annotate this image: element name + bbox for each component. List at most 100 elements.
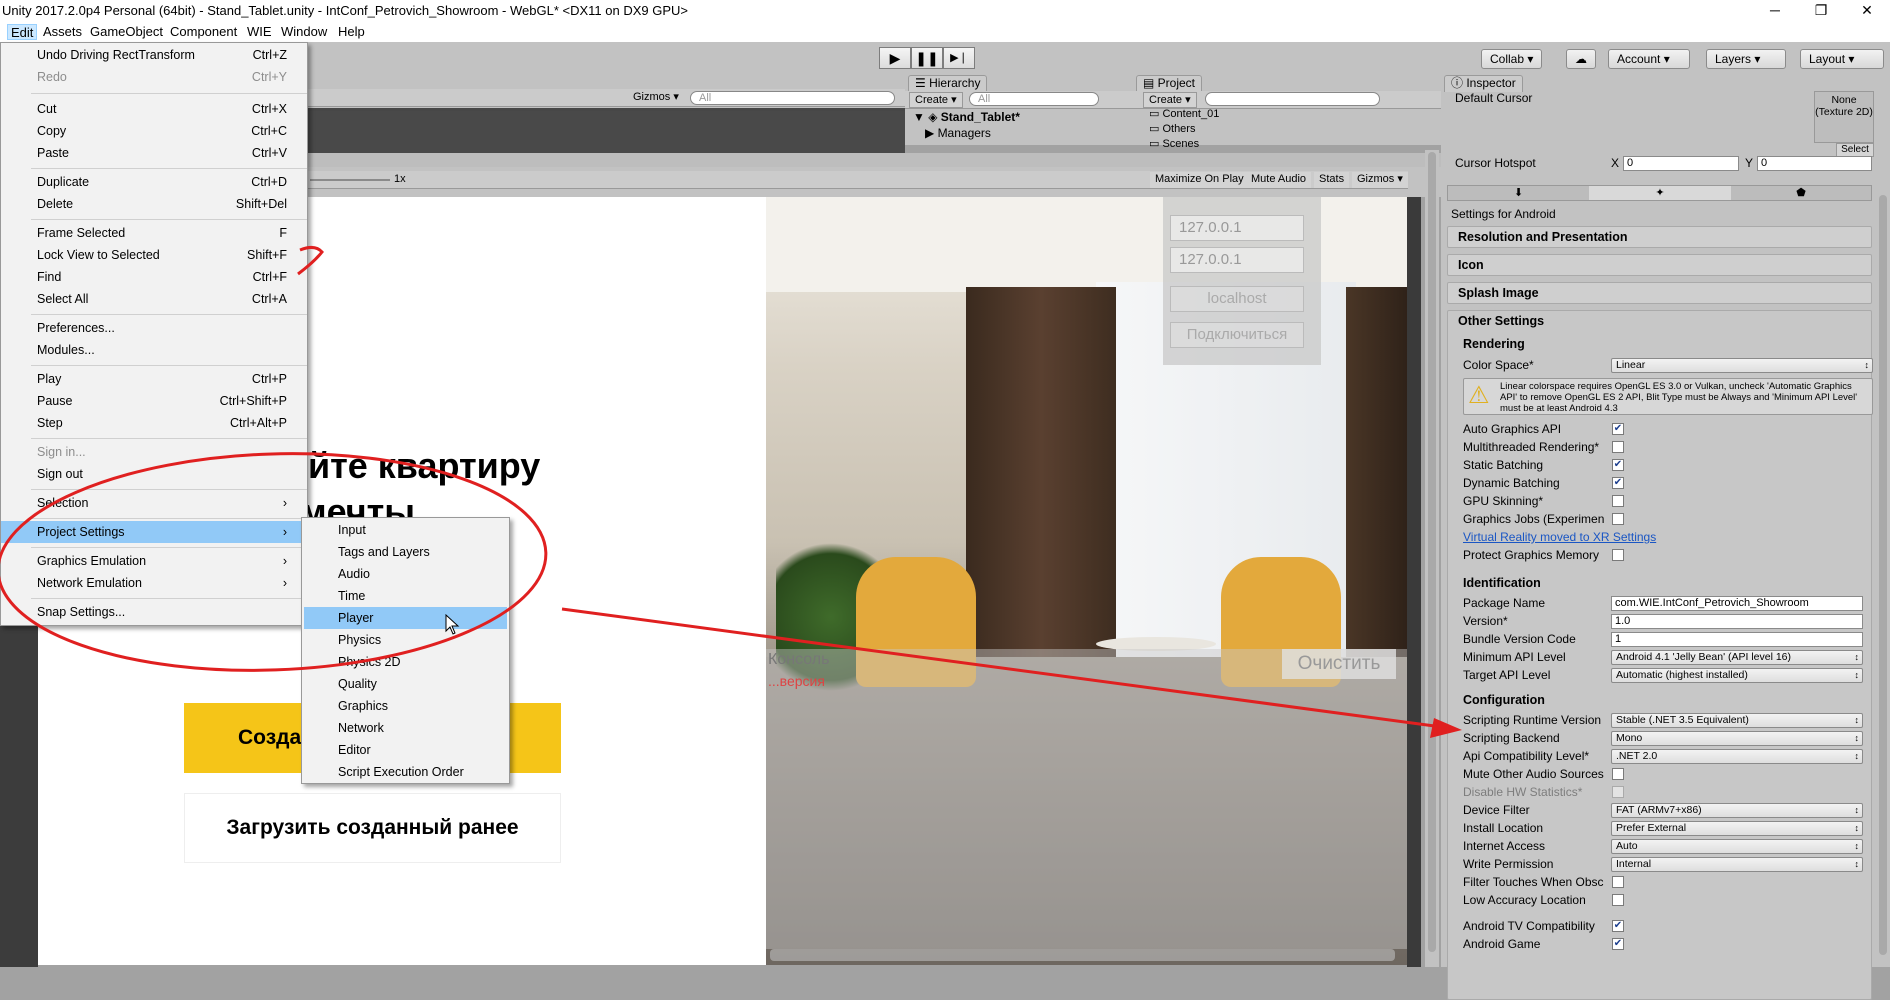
version-field[interactable]: 1.0 [1611, 614, 1863, 629]
game-scale-slider[interactable] [310, 179, 390, 181]
menu-item-snap-settings[interactable]: Snap Settings... [1, 601, 307, 623]
scene-gizmos-dropdown[interactable]: Gizmos ▾ [628, 90, 684, 106]
bundle-code-field[interactable]: 1 [1611, 632, 1863, 647]
menu-item-undo[interactable]: Undo Driving RectTransform Ctrl+Z [1, 44, 307, 66]
account-dropdown[interactable]: Account ▾ [1608, 49, 1690, 69]
menu-item-copy[interactable]: Copy Ctrl+C [1, 120, 307, 142]
layers-dropdown[interactable]: Layers ▾ [1706, 49, 1786, 69]
color-space-dropdown[interactable]: Linear [1611, 358, 1873, 373]
project-create-button[interactable]: Create ▾ [1143, 92, 1197, 108]
project-folder-item[interactable]: ▭ Content_01 [1149, 107, 1219, 122]
menu-wie[interactable]: WIE [244, 24, 275, 40]
submenu-item-script-execution-order[interactable]: Script Execution Order [304, 761, 507, 783]
internet-access-dropdown[interactable]: Auto [1611, 839, 1863, 854]
icon-section[interactable]: Icon [1447, 254, 1872, 276]
submenu-item-network[interactable]: Network [304, 717, 507, 739]
tab-hierarchy[interactable]: ☰ Hierarchy [908, 75, 988, 92]
load-created-button[interactable]: Загрузить созданный ранее [184, 793, 561, 863]
menu-item-step[interactable]: Step Ctrl+Alt+P [1, 412, 307, 434]
menu-item-find[interactable]: Find Ctrl+F [1, 266, 307, 288]
submenu-item-player[interactable]: Player [304, 607, 507, 629]
play-button[interactable]: ▶ [879, 47, 911, 69]
close-button[interactable]: ✕ [1844, 0, 1890, 22]
maximize-button[interactable]: ❐ [1798, 0, 1844, 22]
other-settings-header[interactable]: Other Settings [1458, 314, 1544, 328]
menu-item-sign-out[interactable]: Sign out [1, 463, 307, 485]
low-accuracy-checkbox[interactable] [1612, 894, 1624, 906]
console-scrollbar[interactable] [770, 949, 1395, 961]
hierarchy-create-button[interactable]: Create ▾ [909, 92, 963, 108]
menu-item-network-emulation[interactable]: Network Emulation › [1, 572, 307, 594]
submenu-item-quality[interactable]: Quality [304, 673, 507, 695]
cursor-texture-slot[interactable]: None (Texture 2D) [1814, 91, 1874, 143]
menu-assets[interactable]: Assets [40, 24, 85, 40]
menu-item-frame-selected[interactable]: Frame Selected F [1, 222, 307, 244]
ip-field-1[interactable]: 127.0.0.1 [1170, 215, 1304, 241]
submenu-item-tags-layers[interactable]: Tags and Layers [304, 541, 507, 563]
game-gizmos-dropdown[interactable]: Gizmos ▾ [1352, 172, 1408, 188]
install-location-dropdown[interactable]: Prefer External [1611, 821, 1863, 836]
menu-help[interactable]: Help [335, 24, 368, 40]
scrollbar-thumb[interactable] [1428, 152, 1436, 952]
layout-dropdown[interactable]: Layout ▾ [1800, 49, 1884, 69]
clear-console-button[interactable]: Очистить [1282, 649, 1396, 679]
project-search-input[interactable] [1205, 92, 1380, 106]
min-api-dropdown[interactable]: Android 4.1 'Jelly Bean' (API level 16) [1611, 650, 1863, 665]
menu-item-play[interactable]: Play Ctrl+P [1, 368, 307, 390]
vr-xr-settings-link[interactable]: Virtual Reality moved to XR Settings [1463, 528, 1656, 546]
android-platform-tab[interactable]: ✦ [1589, 186, 1731, 200]
inspector-scrollbar-thumb[interactable] [1879, 195, 1887, 955]
multithreaded-checkbox[interactable] [1612, 441, 1624, 453]
menu-gameobject[interactable]: GameObject [87, 24, 166, 40]
auto-graphics-checkbox[interactable]: ✔ [1612, 423, 1624, 435]
api-compat-dropdown[interactable]: .NET 2.0 [1611, 749, 1863, 764]
submenu-item-physics[interactable]: Physics [304, 629, 507, 651]
menu-item-project-settings[interactable]: Project Settings › [1, 521, 307, 543]
menu-item-delete[interactable]: Delete Shift+Del [1, 193, 307, 215]
menu-item-pause[interactable]: Pause Ctrl+Shift+P [1, 390, 307, 412]
step-button[interactable]: ▶❘ [943, 47, 975, 69]
menu-edit[interactable]: Edit [7, 24, 38, 40]
tab-project[interactable]: ▤ Project [1136, 75, 1203, 92]
submenu-item-editor[interactable]: Editor [304, 739, 507, 761]
connect-button[interactable]: Подключиться [1170, 322, 1304, 348]
inspector-scrollbar[interactable] [1876, 75, 1890, 967]
gpu-skinning-checkbox[interactable] [1612, 495, 1624, 507]
hotspot-y-field[interactable]: 0 [1757, 156, 1872, 171]
static-batching-checkbox[interactable]: ✔ [1612, 459, 1624, 471]
mute-audio-toggle[interactable]: Mute Audio [1246, 172, 1312, 188]
project-folder-item[interactable]: ▭ Scenes [1149, 137, 1219, 152]
menu-item-duplicate[interactable]: Duplicate Ctrl+D [1, 171, 307, 193]
project-folder-item[interactable]: ▭ Others [1149, 122, 1219, 137]
menu-item-lock-view[interactable]: Lock View to Selected Shift+F [1, 244, 307, 266]
submenu-item-physics-2d[interactable]: Physics 2D [304, 651, 507, 673]
runtime-version-dropdown[interactable]: Stable (.NET 3.5 Equivalent) [1611, 713, 1863, 728]
android-tv-checkbox[interactable]: ✔ [1612, 920, 1624, 932]
hierarchy-item-managers[interactable]: ▶ Managers [925, 126, 991, 140]
android-game-checkbox[interactable]: ✔ [1612, 938, 1624, 950]
texture-select-button[interactable]: Select [1836, 143, 1874, 157]
collab-button[interactable]: Collab ▾ [1481, 49, 1543, 69]
ip-field-2[interactable]: 127.0.0.1 [1170, 247, 1304, 273]
scene-viewport[interactable] [300, 111, 905, 153]
device-filter-dropdown[interactable]: FAT (ARMv7+x86) [1611, 803, 1863, 818]
package-name-field[interactable]: com.WIE.IntConf_Petrovich_Showroom [1611, 596, 1863, 611]
menu-item-modules[interactable]: Modules... [1, 339, 307, 361]
cloud-icon[interactable]: ☁ [1566, 49, 1596, 69]
vertical-scrollbar[interactable] [1425, 150, 1439, 967]
scene-search-input[interactable]: All [690, 91, 895, 105]
write-permission-dropdown[interactable]: Internal [1611, 857, 1863, 872]
graphics-jobs-checkbox[interactable] [1612, 513, 1624, 525]
pause-button[interactable]: ❚❚ [911, 47, 943, 69]
protect-memory-checkbox[interactable] [1612, 549, 1624, 561]
menu-window[interactable]: Window [278, 24, 330, 40]
submenu-item-input[interactable]: Input [304, 519, 507, 541]
menu-item-preferences[interactable]: Preferences... [1, 317, 307, 339]
menu-item-selection[interactable]: Selection › [1, 492, 307, 514]
submenu-item-audio[interactable]: Audio [304, 563, 507, 585]
minimize-button[interactable]: ─ [1752, 0, 1798, 22]
menu-item-select-all[interactable]: Select All Ctrl+A [1, 288, 307, 310]
menu-component[interactable]: Component [167, 24, 240, 40]
localhost-button[interactable]: localhost [1170, 286, 1304, 312]
webgl-platform-tab[interactable]: ⬟ [1731, 186, 1871, 200]
